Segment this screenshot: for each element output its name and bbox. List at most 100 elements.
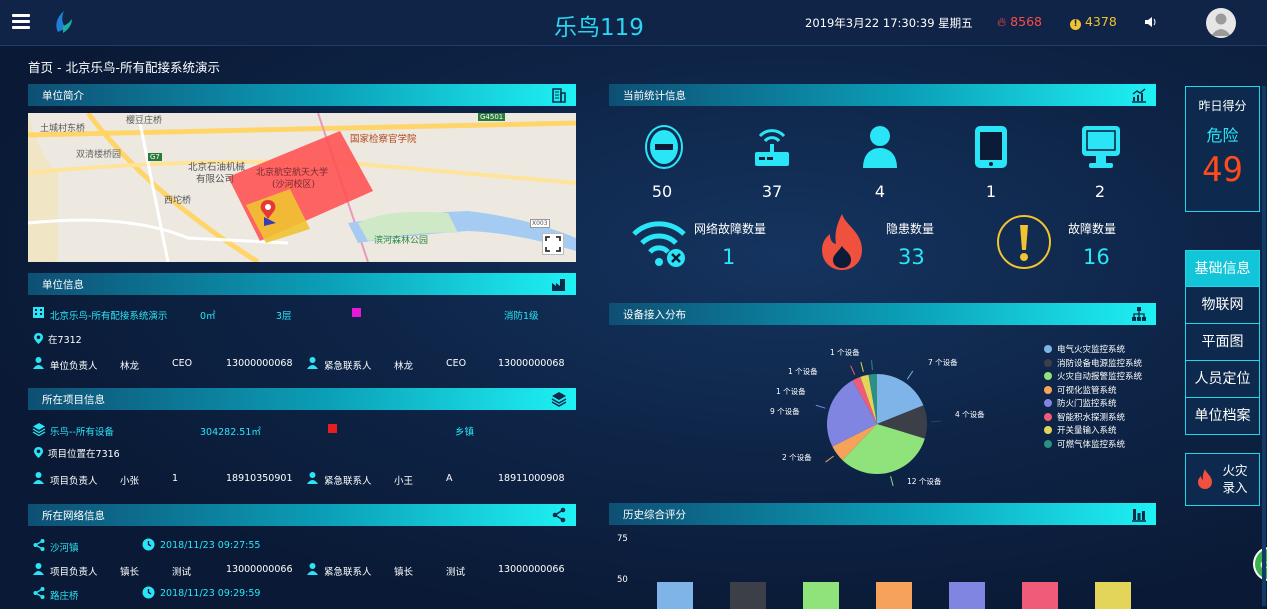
- map-label: 国家检察官学院: [350, 134, 417, 145]
- legend-item[interactable]: 火灾自动报警监控系统: [1044, 370, 1142, 384]
- section-title: 设备接入分布: [623, 309, 686, 321]
- fire-entry-label: 火灾录入: [1222, 463, 1248, 495]
- nav-floor-plan[interactable]: 平面图: [1185, 324, 1260, 361]
- network-time: 2018/11/23 09:27:55: [160, 540, 261, 551]
- stat-count: 1: [985, 182, 997, 201]
- map-label: 滨河森林公园: [374, 236, 429, 246]
- nav-personnel-location[interactable]: 人员定位: [1185, 361, 1260, 398]
- stat-count: 4: [874, 182, 886, 201]
- emergency-title: CEO: [446, 358, 467, 369]
- network-fault-count: 1: [722, 245, 736, 269]
- breadcrumb: 首页 - 北京乐鸟-所有配接系统演示: [28, 60, 220, 75]
- legend-item[interactable]: 智能积水探测系统: [1044, 411, 1142, 425]
- project-color-swatch: [328, 424, 337, 433]
- volume-icon[interactable]: [1144, 15, 1158, 29]
- location-marker-icon[interactable]: [256, 199, 280, 227]
- project-name[interactable]: 乐鸟--所有设备: [50, 424, 114, 438]
- legend-item[interactable]: 防火门监控系统: [1044, 397, 1142, 411]
- legend-item[interactable]: 电气火灾监控系统: [1044, 343, 1142, 357]
- layers-icon: [32, 422, 46, 439]
- fire-entry-button[interactable]: 火灾录入: [1185, 453, 1260, 506]
- pie-leader-line: [890, 476, 894, 487]
- pie-data-label: 4 个设备: [955, 410, 985, 419]
- fullscreen-icon[interactable]: [542, 233, 564, 255]
- layers-icon: [551, 392, 567, 407]
- share-icon: [32, 538, 46, 555]
- emergency-name: 小王: [394, 476, 414, 487]
- section-title: 单位简介: [42, 90, 84, 102]
- contact-name: 镇长: [120, 567, 140, 578]
- pie-data-label: 1 个设备: [776, 387, 806, 396]
- location-pin-icon: [34, 333, 43, 344]
- emergency-phone: 13000000066: [498, 564, 565, 575]
- warning-counter[interactable]: ! 4378: [1070, 14, 1117, 30]
- unit-area: 0㎡: [200, 311, 216, 322]
- map-label: 西坨桥: [164, 196, 192, 206]
- history-bar[interactable]: [657, 582, 693, 609]
- section-header-unit-intro: 单位简介: [28, 84, 576, 106]
- flame-icon: [822, 214, 862, 270]
- nav-basic-info[interactable]: 基础信息: [1185, 250, 1260, 287]
- legend-item[interactable]: 可视化监管系统: [1044, 384, 1142, 398]
- building-icon: [552, 88, 566, 103]
- section-title: 单位信息: [42, 279, 84, 291]
- contact-title: CEO: [172, 358, 193, 369]
- legend-item[interactable]: 开关量输入系统: [1044, 424, 1142, 438]
- fire-count: 8568: [1010, 14, 1042, 29]
- history-bar[interactable]: [1022, 582, 1058, 609]
- pie-data-label: 1 个设备: [788, 367, 818, 376]
- project-address-row: 项目位置在7316: [32, 446, 120, 460]
- pie-leader-line: [825, 455, 834, 463]
- section-header-project-info: 所在项目信息: [28, 388, 576, 410]
- nav-unit-archive[interactable]: 单位档案: [1185, 398, 1260, 435]
- person-icon: [306, 471, 319, 488]
- history-bar[interactable]: [803, 582, 839, 609]
- map[interactable]: 土城村东桥 樱豆庄桥 双清楼桥园 北京石油机械 有限公司 西坨桥 北京航空航天大…: [28, 113, 576, 262]
- pie-data-label: 2 个设备: [782, 453, 812, 462]
- history-bar[interactable]: [876, 582, 912, 609]
- y-tick-label: 50: [617, 575, 628, 585]
- avatar[interactable]: [1206, 8, 1236, 38]
- pie-data-label: 1 个设备: [830, 348, 860, 357]
- emergency-name: 镇长: [394, 567, 414, 578]
- clock-icon: [142, 586, 155, 602]
- nav-iot[interactable]: 物联网: [1185, 287, 1260, 324]
- section-header-distribution: 设备接入分布: [609, 303, 1156, 325]
- section-header-history: 历史综合评分: [609, 503, 1156, 525]
- map-label: G7: [148, 153, 162, 161]
- blocked-device-icon: [645, 125, 683, 169]
- contact-label: 单位负责人: [50, 361, 98, 372]
- network-fault-icon: [632, 221, 686, 267]
- emergency-label: 紧急联系人: [324, 476, 372, 487]
- app-title: 乐鸟119: [554, 15, 644, 41]
- fire-icon: 🔥︎: [997, 14, 1007, 29]
- history-bar[interactable]: [1095, 582, 1131, 609]
- section-header-network-info: 所在网络信息: [28, 504, 576, 526]
- unit-name[interactable]: 北京乐鸟-所有配接系统演示: [50, 308, 167, 322]
- history-bar[interactable]: [949, 582, 985, 609]
- section-title: 所在网络信息: [42, 510, 105, 522]
- score-label: 昨日得分: [1198, 99, 1247, 113]
- menu-icon[interactable]: [12, 14, 30, 30]
- network-name[interactable]: 路庄桥: [50, 588, 79, 602]
- history-bar[interactable]: [730, 582, 766, 609]
- scrollbar[interactable]: [1262, 86, 1266, 606]
- fire-counter[interactable]: 🔥︎ 8568: [997, 14, 1042, 30]
- logo-icon: [56, 11, 72, 33]
- fault-count: 16: [1083, 245, 1110, 269]
- pie-leader-line: [815, 404, 826, 409]
- unit-fire-level: 消防1级: [504, 311, 539, 322]
- pie-leader-line: [860, 361, 864, 372]
- unit-address-row: 在7312: [32, 332, 82, 346]
- legend-item[interactable]: 可燃气体监控系统: [1044, 438, 1142, 452]
- contact-label: 项目负责人: [50, 567, 98, 578]
- legend-swatch: [1044, 426, 1052, 434]
- unit-address: 在7312: [48, 335, 82, 346]
- history-bars: [640, 582, 1150, 609]
- pie-data-label: 7 个设备: [928, 358, 958, 367]
- legend-swatch: [1044, 372, 1052, 380]
- emergency-title: A: [446, 473, 453, 484]
- trend-chart-icon: [1132, 88, 1146, 103]
- network-name[interactable]: 沙河镇: [50, 540, 79, 554]
- legend-item[interactable]: 消防设备电源监控系统: [1044, 357, 1142, 371]
